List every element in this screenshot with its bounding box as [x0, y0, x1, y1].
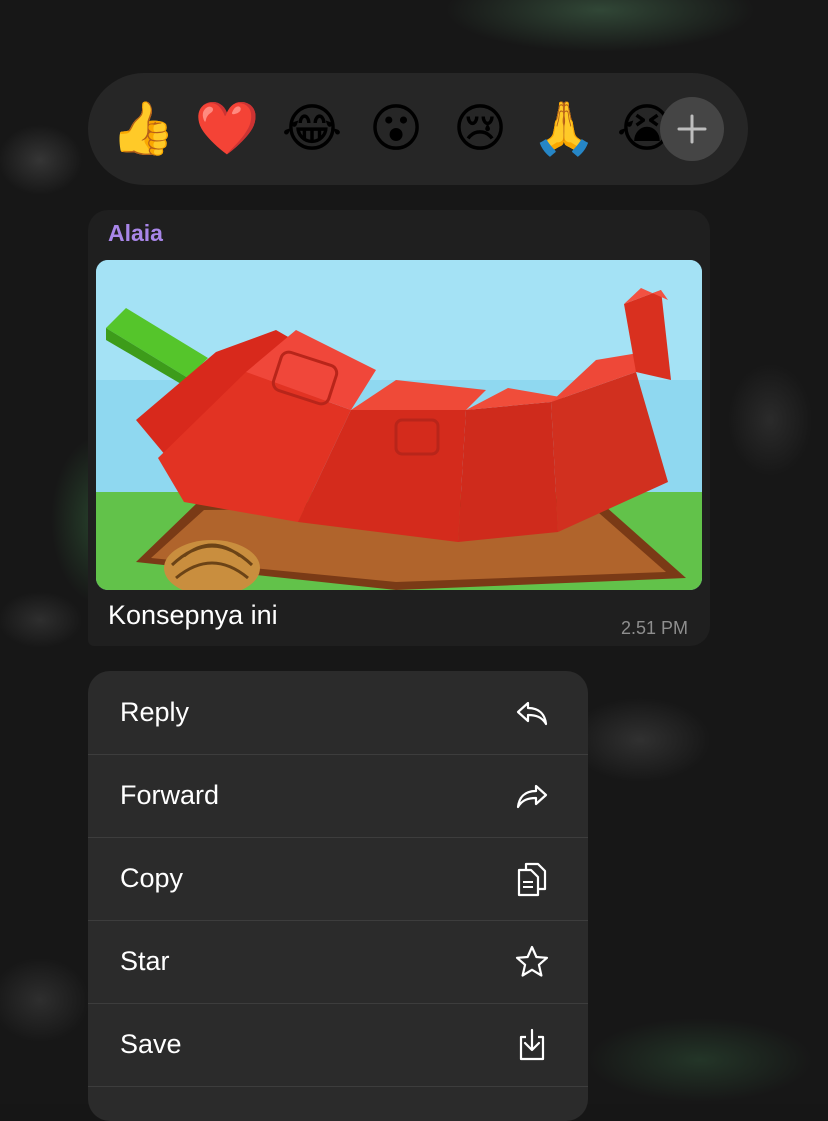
- surprised-emoji[interactable]: 😮: [361, 73, 431, 185]
- menu-item-label: Copy: [120, 863, 184, 893]
- copy-icon: [517, 862, 547, 897]
- chili-pepper-image: [96, 260, 702, 590]
- forward-icon: [516, 784, 548, 809]
- menu-item-label: Forward: [120, 780, 220, 810]
- menu-item-save[interactable]: Save: [88, 1003, 588, 1087]
- sender-name: Alaia: [108, 220, 163, 246]
- save-icon: [519, 1028, 545, 1061]
- message-bubble: Alaia Konsepnya ini 2.51 PM: [88, 210, 710, 646]
- plus-icon: [677, 114, 707, 144]
- heart-emoji[interactable]: ❤️: [192, 73, 262, 185]
- thumbs-up-emoji[interactable]: 👍: [108, 73, 178, 185]
- menu-item-label: Save: [120, 1029, 182, 1059]
- context-menu: Reply Forward Copy Star Save: [88, 671, 588, 1121]
- reaction-bar: 👍 ❤️ 😂 😮 😢 🙏 😭: [88, 73, 748, 185]
- reply-icon: [516, 701, 548, 726]
- menu-item-reply[interactable]: Reply: [88, 671, 588, 755]
- folded-hands-emoji[interactable]: 🙏: [529, 73, 599, 185]
- star-icon: [515, 945, 549, 977]
- add-reaction-button[interactable]: [660, 97, 724, 161]
- menu-item-star[interactable]: Star: [88, 920, 588, 1004]
- tears-of-joy-emoji[interactable]: 😂: [277, 73, 347, 185]
- menu-item-copy[interactable]: Copy: [88, 837, 588, 921]
- message-caption: Konsepnya ini: [108, 600, 278, 630]
- sad-emoji[interactable]: 😢: [445, 73, 515, 185]
- message-timestamp: 2.51 PM: [620, 618, 688, 638]
- menu-item-label: Reply: [120, 697, 190, 727]
- message-image[interactable]: [96, 260, 702, 590]
- menu-item-label: Star: [120, 946, 170, 976]
- menu-item-forward[interactable]: Forward: [88, 754, 588, 838]
